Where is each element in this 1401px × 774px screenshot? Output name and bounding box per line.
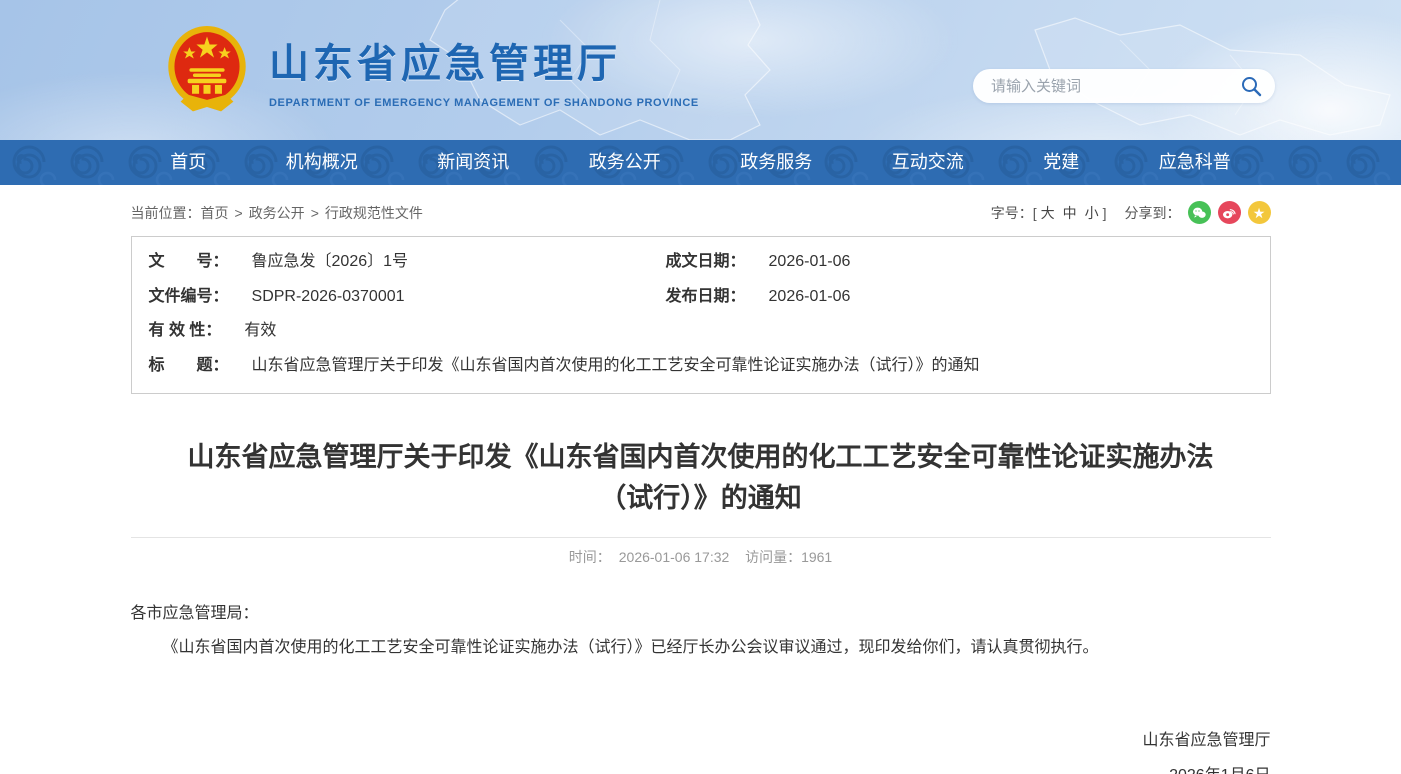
visits-value: 1961 [801, 549, 832, 565]
written-date-label: 成文日期： [666, 245, 746, 280]
article-body: 各市应急管理局： 《山东省国内首次使用的化工工艺安全可靠性论证实施办法（试行）》… [131, 597, 1271, 665]
meta-row: 标 题： 山东省应急管理厅关于印发《山东省国内首次使用的化工工艺安全可靠性论证实… [132, 349, 1270, 384]
breadcrumb-prefix: 当前位置： [131, 205, 201, 221]
publish-date-value: 2026-01-06 [769, 280, 851, 315]
breadcrumb: 当前位置：首页>政务公开>行政规范性文件 [131, 203, 423, 223]
signature-date: 2026年1月6日 [131, 758, 1271, 774]
nav-item-about[interactable]: 机构概况 [276, 140, 368, 185]
font-size-medium[interactable]: 中 [1063, 205, 1077, 221]
page-tools: 字号：[大中小] 分享到： ★ [991, 201, 1271, 224]
site-title: 山东省应急管理厅 [269, 31, 699, 89]
doc-number-label: 文 号： [149, 245, 229, 280]
nav-item-interaction[interactable]: 互动交流 [882, 140, 974, 185]
doc-title-label: 标 题： [149, 349, 229, 384]
nav-item-gov-disclosure[interactable]: 政务公开 [579, 140, 671, 185]
breadcrumb-normative-documents[interactable]: 行政规范性文件 [325, 205, 423, 221]
breadcrumb-home[interactable]: 首页 [201, 205, 229, 221]
document-meta-box: 文 号： 鲁应急发〔2026〕1号 成文日期： 2026-01-06 文件编号：… [131, 236, 1271, 394]
doc-number-value: 鲁应急发〔2026〕1号 [252, 245, 409, 280]
font-size-large[interactable]: 大 [1041, 205, 1055, 221]
nav-item-gov-services[interactable]: 政务服务 [730, 140, 822, 185]
meta-row: 有 效 性： 有效 [132, 314, 1270, 349]
meta-row: 文 号： 鲁应急发〔2026〕1号 成文日期： 2026-01-06 [132, 245, 1270, 280]
search-input[interactable] [991, 78, 1239, 95]
article-title: 山东省应急管理厅关于印发《山东省国内首次使用的化工工艺安全可靠性论证实施办法（试… [163, 437, 1238, 519]
site-header: 山东省应急管理厅 DEPARTMENT OF EMERGENCY MANAGEM… [0, 0, 1401, 140]
nav-item-emergency-science[interactable]: 应急科普 [1149, 140, 1241, 185]
article-paragraph: 《山东省国内首次使用的化工工艺安全可靠性论证实施办法（试行）》已经厅长办公会议审… [131, 631, 1271, 665]
qzone-share-icon[interactable]: ★ [1248, 201, 1271, 224]
font-size-label: 字号： [991, 205, 1033, 221]
font-size-small[interactable]: 小 [1085, 205, 1099, 221]
search-icon[interactable] [1239, 74, 1263, 98]
article-salutation: 各市应急管理局： [131, 597, 1271, 631]
nav-item-party-building[interactable]: 党建 [1033, 140, 1089, 185]
time-value: 2026-01-06 17:32 [619, 549, 730, 565]
site-search [973, 69, 1275, 103]
time-label: 时间： [569, 549, 611, 565]
written-date-value: 2026-01-06 [769, 245, 851, 280]
main-navigation: 首页 机构概况 新闻资讯 政务公开 政务服务 互动交流 党建 应急科普 [0, 140, 1401, 185]
file-code-value: SDPR-2026-0370001 [252, 280, 405, 315]
signature-block: 山东省应急管理厅 2026年1月6日 [131, 723, 1271, 774]
national-emblem-icon [163, 24, 251, 116]
doc-title-value: 山东省应急管理厅关于印发《山东省国内首次使用的化工工艺安全可靠性论证实施办法（试… [252, 349, 980, 384]
validity-value: 有效 [244, 314, 276, 349]
weibo-share-icon[interactable] [1218, 201, 1241, 224]
nav-item-home[interactable]: 首页 [160, 140, 216, 185]
share-label: 分享到： [1125, 203, 1181, 223]
font-size-controls: 字号：[大中小] [991, 203, 1107, 223]
visits-label: 访问量： [745, 549, 801, 565]
file-code-label: 文件编号： [149, 280, 229, 315]
signature-org: 山东省应急管理厅 [131, 723, 1271, 758]
publish-date-label: 发布日期： [666, 280, 746, 315]
article-time-bar: 时间： 2026-01-06 17:32 访问量：1961 [131, 537, 1271, 567]
site-subtitle: DEPARTMENT OF EMERGENCY MANAGEMENT OF SH… [269, 97, 699, 109]
validity-label: 有 效 性： [149, 314, 222, 349]
nav-item-news[interactable]: 新闻资讯 [427, 140, 519, 185]
breadcrumb-gov-disclosure[interactable]: 政务公开 [249, 205, 305, 221]
meta-row: 文件编号： SDPR-2026-0370001 发布日期： 2026-01-06 [132, 280, 1270, 315]
wechat-share-icon[interactable] [1188, 201, 1211, 224]
site-logo-link[interactable]: 山东省应急管理厅 DEPARTMENT OF EMERGENCY MANAGEM… [163, 24, 699, 116]
